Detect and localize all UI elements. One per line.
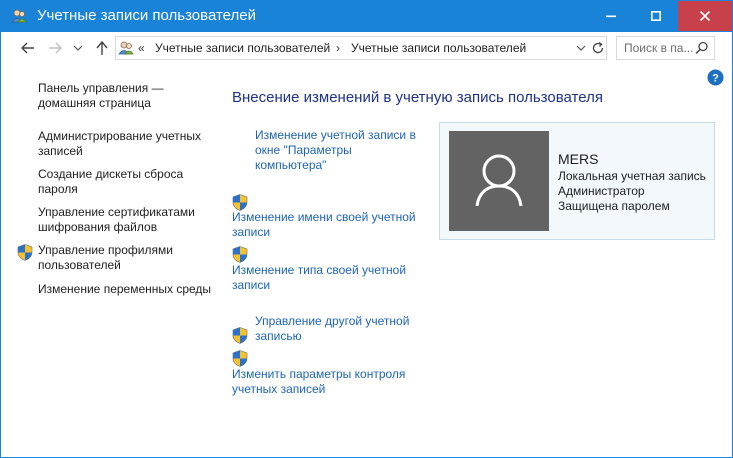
account-role-label: Администратор [558,184,645,198]
address-dropdown-button[interactable] [575,41,587,55]
arrow-up-icon [96,40,108,55]
uac-shield-icon [232,350,248,367]
maximize-icon [650,11,661,21]
navigation-bar: « Учетные записи пользователей › Учетные… [1,32,732,64]
uac-shield-icon [232,327,248,344]
user-accounts-icon [11,8,27,24]
arrow-left-icon [21,42,34,54]
breadcrumb-item[interactable]: Учетные записи пользователей [155,41,330,55]
change-account-in-pc-settings-link[interactable]: Изменение учетной записи в окне "Парамет… [255,128,425,173]
forward-button[interactable] [45,38,65,58]
uac-settings-link[interactable]: Изменить параметры контроля учетных запи… [232,367,422,397]
refresh-button[interactable] [590,40,606,56]
back-button[interactable] [18,38,38,58]
search-icon[interactable] [695,41,709,55]
user-accounts-icon [118,40,134,56]
title-bar[interactable]: Учетные записи пользователей [1,1,732,32]
change-account-type-link[interactable]: Изменение типа своей учетной записи [232,263,422,293]
minimize-icon [605,15,616,18]
sidebar-item-user-profiles[interactable]: Управление профилями пользователей [38,243,213,273]
arrow-right-icon [49,42,62,54]
window: Учетные записи пользователей « Учетные з… [0,0,733,458]
account-type-label: Локальная учетная запись [558,169,706,183]
user-icon [475,154,523,207]
password-status-label: Защищена паролем [558,199,670,213]
manage-another-account-link[interactable]: Управление другой учетной записью [255,314,425,344]
refresh-icon [592,41,604,54]
maximize-button[interactable] [633,1,678,31]
avatar [449,131,549,231]
close-button[interactable] [678,1,732,31]
chevron-down-icon [73,45,83,51]
minimize-button[interactable] [588,1,633,31]
change-account-name-link[interactable]: Изменение имени своей учетной записи [232,210,427,240]
breadcrumb-item[interactable]: Учетные записи пользователей [351,41,526,55]
help-icon[interactable]: ? [707,69,724,86]
window-title: Учетные записи пользователей [37,7,256,24]
overflow-chevrons[interactable]: « [138,41,145,55]
uac-shield-icon [232,246,248,263]
sidebar-item-encryption-certificates[interactable]: Управление сертификатами шифрования файл… [38,205,213,235]
recent-locations-button[interactable] [72,38,84,58]
breadcrumb-separator[interactable]: › [336,41,340,55]
chevron-down-icon [576,45,586,51]
sidebar-item-password-reset-disk[interactable]: Создание дискеты сброса пароля [38,167,213,197]
uac-shield-icon [232,194,248,211]
sidebar-item-manage-accounts[interactable]: Администрирование учетных записей [38,129,213,159]
address-bar[interactable]: « Учетные записи пользователей › Учетные… [115,36,607,60]
search-box[interactable]: Поиск в па... [616,36,715,60]
up-button[interactable] [92,38,112,58]
search-placeholder: Поиск в па... [624,41,694,55]
svg-text:?: ? [712,73,719,85]
control-panel-home-link[interactable]: Панель управления — домашняя страница [38,81,213,111]
page-title: Внесение изменений в учетную запись поль… [232,89,603,106]
sidebar-item-environment-variables[interactable]: Изменение переменных среды [38,282,213,297]
user-name: MERS [558,151,599,167]
close-icon [699,10,711,22]
user-account-tile: MERS Локальная учетная запись Администра… [439,122,715,240]
uac-shield-icon [17,244,33,261]
